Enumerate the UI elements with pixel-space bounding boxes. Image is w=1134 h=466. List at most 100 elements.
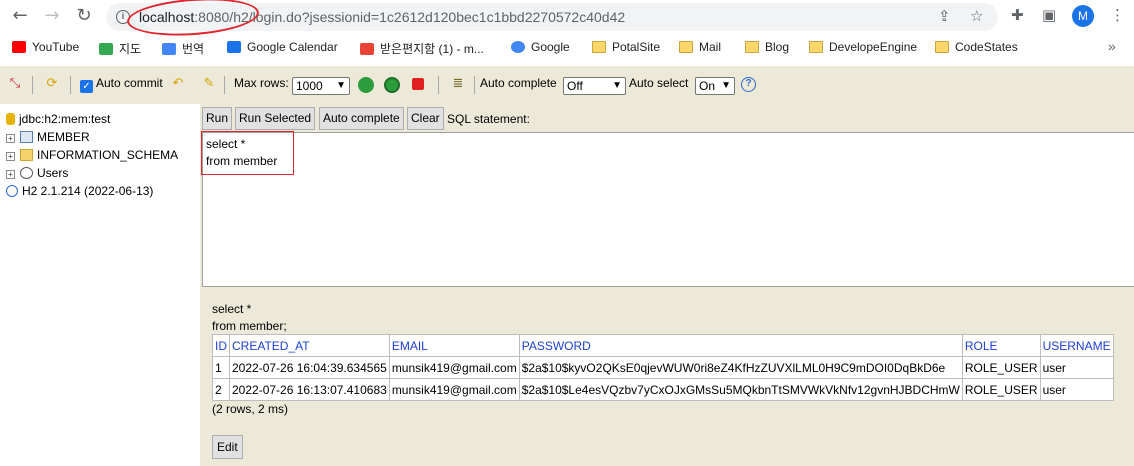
auto-complete-label: Auto complete — [480, 76, 557, 90]
bookmark-label: 지도 — [119, 42, 142, 56]
calendar-icon — [227, 41, 241, 53]
bookmark-label: CodeStates — [955, 40, 1018, 54]
help-icon[interactable]: ? — [741, 77, 756, 92]
table-cell: user — [1039, 356, 1114, 379]
bookmark-star-icon[interactable]: ☆ — [970, 7, 983, 25]
table-cell: munsik419@gmail.com — [388, 378, 520, 401]
toolbar-divider — [438, 76, 439, 94]
auto-select-select[interactable]: On ▼ — [695, 77, 735, 95]
table-cell: ROLE_USER — [961, 356, 1041, 379]
back-icon[interactable]: ← — [9, 5, 31, 27]
run-button[interactable]: Run — [202, 107, 233, 130]
tree-item-label: INFORMATION_SCHEMA — [37, 148, 179, 162]
bookmark-developeengine[interactable]: DevelopeEngine — [809, 40, 917, 56]
history-icon[interactable]: ≣ — [450, 75, 466, 91]
column-header[interactable]: USERNAME — [1039, 334, 1114, 357]
clear-button[interactable]: Clear — [407, 107, 444, 130]
connection-label: jdbc:h2:mem:test — [19, 112, 111, 126]
chevron-down-icon: ▼ — [721, 80, 731, 91]
tree-item-users[interactable]: + Users — [6, 166, 68, 180]
folder-icon — [809, 41, 823, 53]
bookmark-maps[interactable]: 지도 — [99, 40, 141, 56]
refresh-icon[interactable]: ⟳ — [44, 75, 60, 91]
sql-editor[interactable]: select * from member — [202, 132, 1134, 287]
share-icon[interactable]: ⇪ — [938, 7, 951, 25]
column-header[interactable]: ID — [212, 334, 230, 357]
annotation-box — [201, 131, 294, 175]
auto-commit-checkbox[interactable]: ✓ Auto commit — [80, 76, 163, 93]
run-selected-button[interactable]: Run Selected — [235, 107, 316, 130]
results-panel: select * from member; ID CREATED_AT EMAI… — [200, 294, 1134, 466]
google-icon — [511, 41, 525, 53]
bookmark-label: Mail — [699, 40, 722, 54]
bookmark-label: PotalSite — [612, 40, 661, 54]
database-icon — [6, 113, 15, 125]
column-header[interactable]: EMAIL — [388, 334, 520, 357]
sql-statement-label: SQL statement: — [447, 112, 530, 126]
folder-icon — [20, 149, 33, 161]
column-header[interactable]: ROLE — [961, 334, 1041, 357]
translate-icon — [162, 43, 176, 55]
table-cell: munsik419@gmail.com — [388, 356, 520, 379]
result-summary: (2 rows, 2 ms) — [212, 402, 289, 416]
table-icon — [20, 131, 33, 143]
expand-icon[interactable]: + — [6, 170, 15, 179]
avatar[interactable]: M — [1072, 5, 1094, 27]
chevron-down-icon: ▼ — [612, 80, 622, 91]
column-header[interactable]: PASSWORD — [518, 334, 963, 357]
bookmark-google[interactable]: Google — [511, 40, 570, 56]
bookmark-label: DevelopeEngine — [829, 40, 918, 54]
bookmark-potalsite[interactable]: PotalSite — [592, 40, 660, 56]
edit-button[interactable]: Edit — [212, 435, 243, 459]
bookmark-label: Blog — [765, 40, 790, 54]
more-bookmarks-icon[interactable]: » — [1108, 38, 1116, 54]
info-icon — [6, 185, 18, 197]
bookmark-translate[interactable]: 번역 — [162, 40, 204, 56]
bookmark-calendar[interactable]: Google Calendar — [227, 40, 338, 56]
expand-icon[interactable]: + — [6, 152, 15, 161]
auto-complete-select[interactable]: Off ▼ — [563, 77, 626, 95]
expand-icon[interactable]: + — [6, 134, 15, 143]
schema-tree: jdbc:h2:mem:test + MEMBER + INFORMATION_SC… — [0, 104, 200, 466]
sidepanel-icon[interactable]: ▣ — [1042, 6, 1056, 24]
forward-icon[interactable]: → — [41, 5, 63, 27]
toolbar-divider — [32, 76, 33, 94]
folder-icon — [935, 41, 949, 53]
rollback-icon[interactable]: ↶ — [170, 75, 186, 91]
bookmark-youtube[interactable]: YouTube — [12, 40, 79, 56]
stop-icon[interactable] — [412, 78, 424, 90]
gmail-icon — [360, 43, 374, 55]
bookmark-label: 받은편지함 (1) - m... — [380, 42, 484, 56]
tree-item-label: Users — [37, 166, 69, 180]
table-cell: 1 — [212, 356, 230, 379]
extensions-icon[interactable]: ✚ — [1011, 6, 1024, 24]
bookmark-mail[interactable]: Mail — [679, 40, 721, 56]
bookmark-gmail[interactable]: 받은편지함 (1) - m... — [360, 40, 484, 56]
max-rows-label: Max rows: — [234, 76, 289, 90]
bookmark-codestates[interactable]: CodeStates — [935, 40, 1018, 56]
bookmarks-bar: YouTube 지도 번역 Google Calendar 받은편지함 (1) … — [0, 36, 1134, 60]
tree-connection[interactable]: jdbc:h2:mem:test — [6, 112, 110, 126]
run-icon[interactable] — [358, 77, 374, 93]
bookmark-blog[interactable]: Blog — [745, 40, 789, 56]
commit-icon[interactable]: ✎ — [201, 75, 217, 91]
menu-icon[interactable]: ⋮ — [1110, 6, 1125, 24]
chevron-down-icon: ▼ — [336, 80, 346, 91]
column-header[interactable]: CREATED_AT — [229, 334, 390, 357]
auto-complete-button[interactable]: Auto complete — [319, 107, 404, 130]
result-table: ID CREATED_AT EMAIL PASSWORD ROLE USERNA… — [212, 334, 1114, 401]
run-selected-icon[interactable] — [384, 77, 400, 93]
tree-item-information-schema[interactable]: + INFORMATION_SCHEMA — [6, 148, 178, 162]
table-cell: 2 — [212, 378, 230, 401]
auto-commit-label: Auto commit — [96, 76, 163, 90]
reload-icon[interactable]: ↻ — [73, 5, 95, 27]
browser-chrome: ← → ↻ i localhost:8080/h2/login.do?jsess… — [0, 0, 1134, 66]
bookmark-label: Google Calendar — [247, 40, 338, 54]
disconnect-icon[interactable]: ⤡ — [7, 75, 23, 91]
tree-item-member[interactable]: + MEMBER — [6, 130, 90, 144]
bookmark-label: YouTube — [32, 40, 80, 54]
auto-complete-value: Off — [567, 79, 583, 93]
toolbar-divider — [474, 76, 475, 94]
users-icon — [20, 167, 33, 179]
max-rows-select[interactable]: 1000 ▼ — [292, 77, 350, 95]
